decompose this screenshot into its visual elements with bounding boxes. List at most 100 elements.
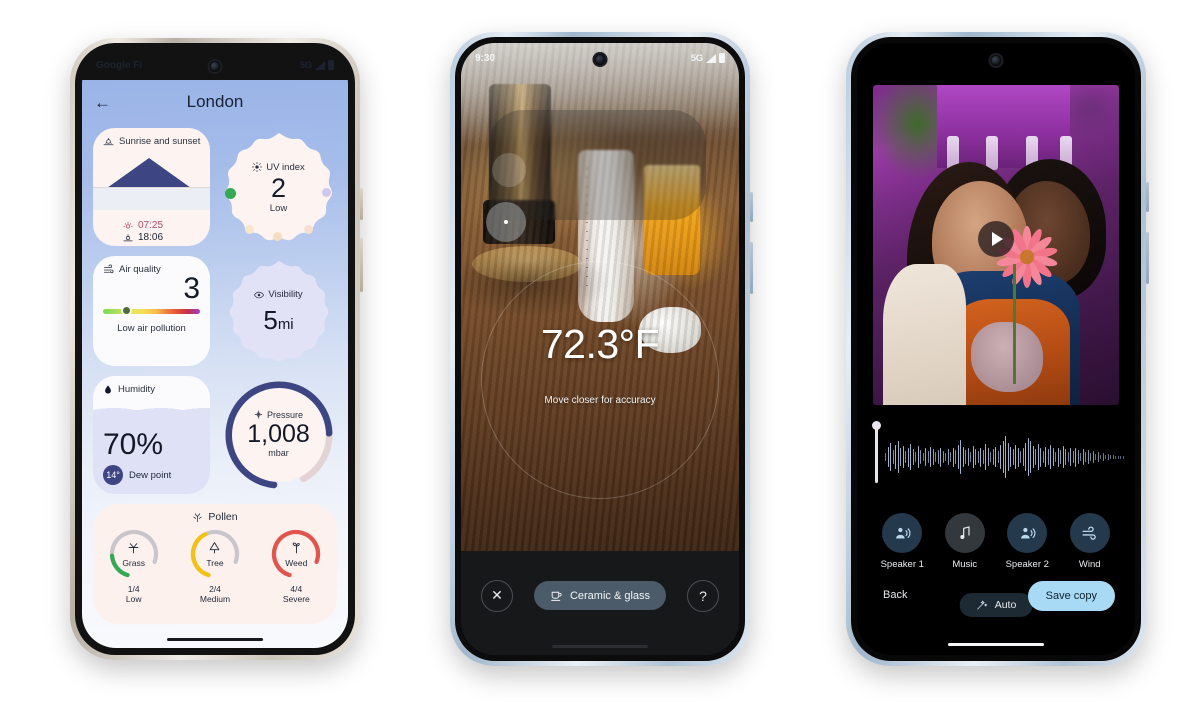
visibility-value: 5 <box>263 305 278 336</box>
pollen-item-tree[interactable]: Tree 2/4 Medium <box>178 527 252 604</box>
home-indicator[interactable] <box>948 642 1044 646</box>
auto-mode-button[interactable]: Auto <box>959 593 1033 617</box>
weather-screen: Google Fi 5G ← London Sunrise and sunset… <box>82 50 348 648</box>
waveform-bar <box>1022 448 1024 466</box>
audio-tool-music[interactable]: Music <box>936 513 994 570</box>
pollen-item-weed[interactable]: Weed 4/4 Severe <box>259 527 333 604</box>
close-icon[interactable]: ✕ <box>481 579 513 612</box>
waveform-bar <box>1100 454 1102 460</box>
dew-point-value: 14° <box>103 465 123 485</box>
pollen-item-grass[interactable]: Grass 1/4 Low <box>97 527 171 604</box>
video-preview[interactable] <box>873 85 1119 405</box>
waveform-bar <box>957 444 959 470</box>
air-quality-scale <box>103 308 200 314</box>
pollen-level: Low <box>125 594 142 604</box>
signal-icon <box>706 53 716 63</box>
playhead-handle[interactable] <box>872 421 880 483</box>
waveform-bar <box>1042 451 1044 463</box>
help-circle-icon[interactable]: ? <box>686 579 719 612</box>
volume-button[interactable] <box>1146 232 1149 284</box>
waveform-bar <box>1037 443 1039 471</box>
air-quality-marker <box>123 306 131 314</box>
card-uv-index[interactable]: UV index 2 Low <box>220 128 337 246</box>
waveform-bar <box>1052 448 1054 466</box>
pollen-ratio: 2/4 <box>209 584 221 594</box>
measure-target-ring <box>481 260 719 499</box>
waveform-bar <box>920 450 922 464</box>
waveform-bar <box>982 450 984 464</box>
waveform-bar <box>1025 442 1027 472</box>
waveform-bar <box>1070 448 1072 466</box>
card-pollen[interactable]: Pollen Grass 1/4 Low Tree 2/4 Medium Weed 4/4 Se… <box>93 504 337 624</box>
volume-button[interactable] <box>750 242 753 294</box>
pollen-items: Grass 1/4 Low Tree 2/4 Medium Weed 4/4 Severe <box>93 527 337 604</box>
audio-tool-speaker-1[interactable]: Speaker 1 <box>873 513 931 570</box>
audio-tool-speaker-2[interactable]: Speaker 2 <box>998 513 1056 570</box>
waveform-bar <box>1097 452 1099 462</box>
sunrise-illustration <box>93 150 210 210</box>
pollen-ratio: 4/4 <box>290 584 303 594</box>
home-indicator[interactable] <box>167 637 263 641</box>
waveform-bar <box>1115 455 1117 459</box>
waveform-bar <box>1050 444 1052 470</box>
waveform-bar <box>1002 440 1004 474</box>
grass-icon <box>127 541 140 557</box>
humidity-value: 70% <box>103 428 164 461</box>
front-camera <box>592 52 608 67</box>
app-bar: ← London <box>82 80 348 124</box>
waveform-bar <box>902 445 904 469</box>
air-waves-icon <box>103 264 114 274</box>
play-button[interactable] <box>978 220 1014 257</box>
back-button[interactable]: Back <box>883 589 907 601</box>
waveform-bar <box>892 450 894 464</box>
sunset-row: 18:06 <box>123 232 210 243</box>
screenshot-stage: Google Fi 5G ← London Sunrise and sunset… <box>0 0 1200 714</box>
waveform-bar <box>1090 453 1092 461</box>
waveform-bar <box>930 446 932 468</box>
waveform-bar <box>962 446 964 468</box>
waveform-bar <box>942 451 944 463</box>
card-title: Air quality <box>119 264 161 275</box>
eye-icon <box>254 291 265 298</box>
home-indicator[interactable] <box>552 644 648 648</box>
arrow-left-icon[interactable]: ← <box>94 94 111 111</box>
card-sunrise-sunset[interactable]: Sunrise and sunset 07:25 18:06 <box>93 128 210 246</box>
weed-icon <box>290 541 303 557</box>
save-copy-button[interactable]: Save copy <box>1027 581 1115 611</box>
waveform-bar <box>960 439 962 475</box>
power-button[interactable] <box>360 188 363 220</box>
air-quality-description: Low air pollution <box>117 322 186 334</box>
waveform-bar <box>927 451 929 463</box>
audio-tool-wind[interactable]: Wind <box>1061 513 1119 570</box>
wind-icon <box>1069 513 1110 553</box>
card-humidity[interactable]: Humidity 70% 14° Dew point <box>93 376 210 494</box>
power-button[interactable] <box>750 192 753 222</box>
power-button[interactable] <box>1146 182 1149 212</box>
pollen-ratio: 1/4 <box>127 584 140 594</box>
waveform-bar <box>967 448 969 466</box>
card-air-quality[interactable]: Air quality 3 Low air pollution <box>93 256 210 366</box>
card-visibility[interactable]: Visibility 5mi <box>220 256 337 366</box>
waveform-bar <box>1027 438 1029 476</box>
music-note-icon <box>944 513 985 553</box>
thermometer-screen: 9:30 5G 72.3°F Move closer for accuracy … <box>461 43 739 655</box>
waveform-bar <box>1035 449 1037 465</box>
waveform-bar <box>970 452 972 462</box>
waveform-bar <box>1015 444 1017 470</box>
waveform-bar <box>897 440 899 474</box>
waveform-bar <box>907 447 909 467</box>
waveform-bar <box>1080 453 1082 461</box>
waveform-bar <box>1040 447 1042 467</box>
volume-button[interactable] <box>360 238 363 292</box>
audio-waveform[interactable] <box>872 421 1124 487</box>
person-speaking-icon <box>882 513 923 553</box>
waveform-bar <box>992 449 994 465</box>
waveform-bar <box>1007 442 1009 472</box>
waveform-bar <box>977 451 979 463</box>
card-title: Visibility <box>268 289 303 301</box>
carrier-label: Google Fi <box>96 59 143 71</box>
waveform-bar <box>1062 445 1064 469</box>
waveform-bar <box>987 448 989 466</box>
card-pressure[interactable]: Pressure 1,008 mbar <box>220 376 337 494</box>
material-selector-button[interactable]: Ceramic & glass <box>533 581 667 611</box>
